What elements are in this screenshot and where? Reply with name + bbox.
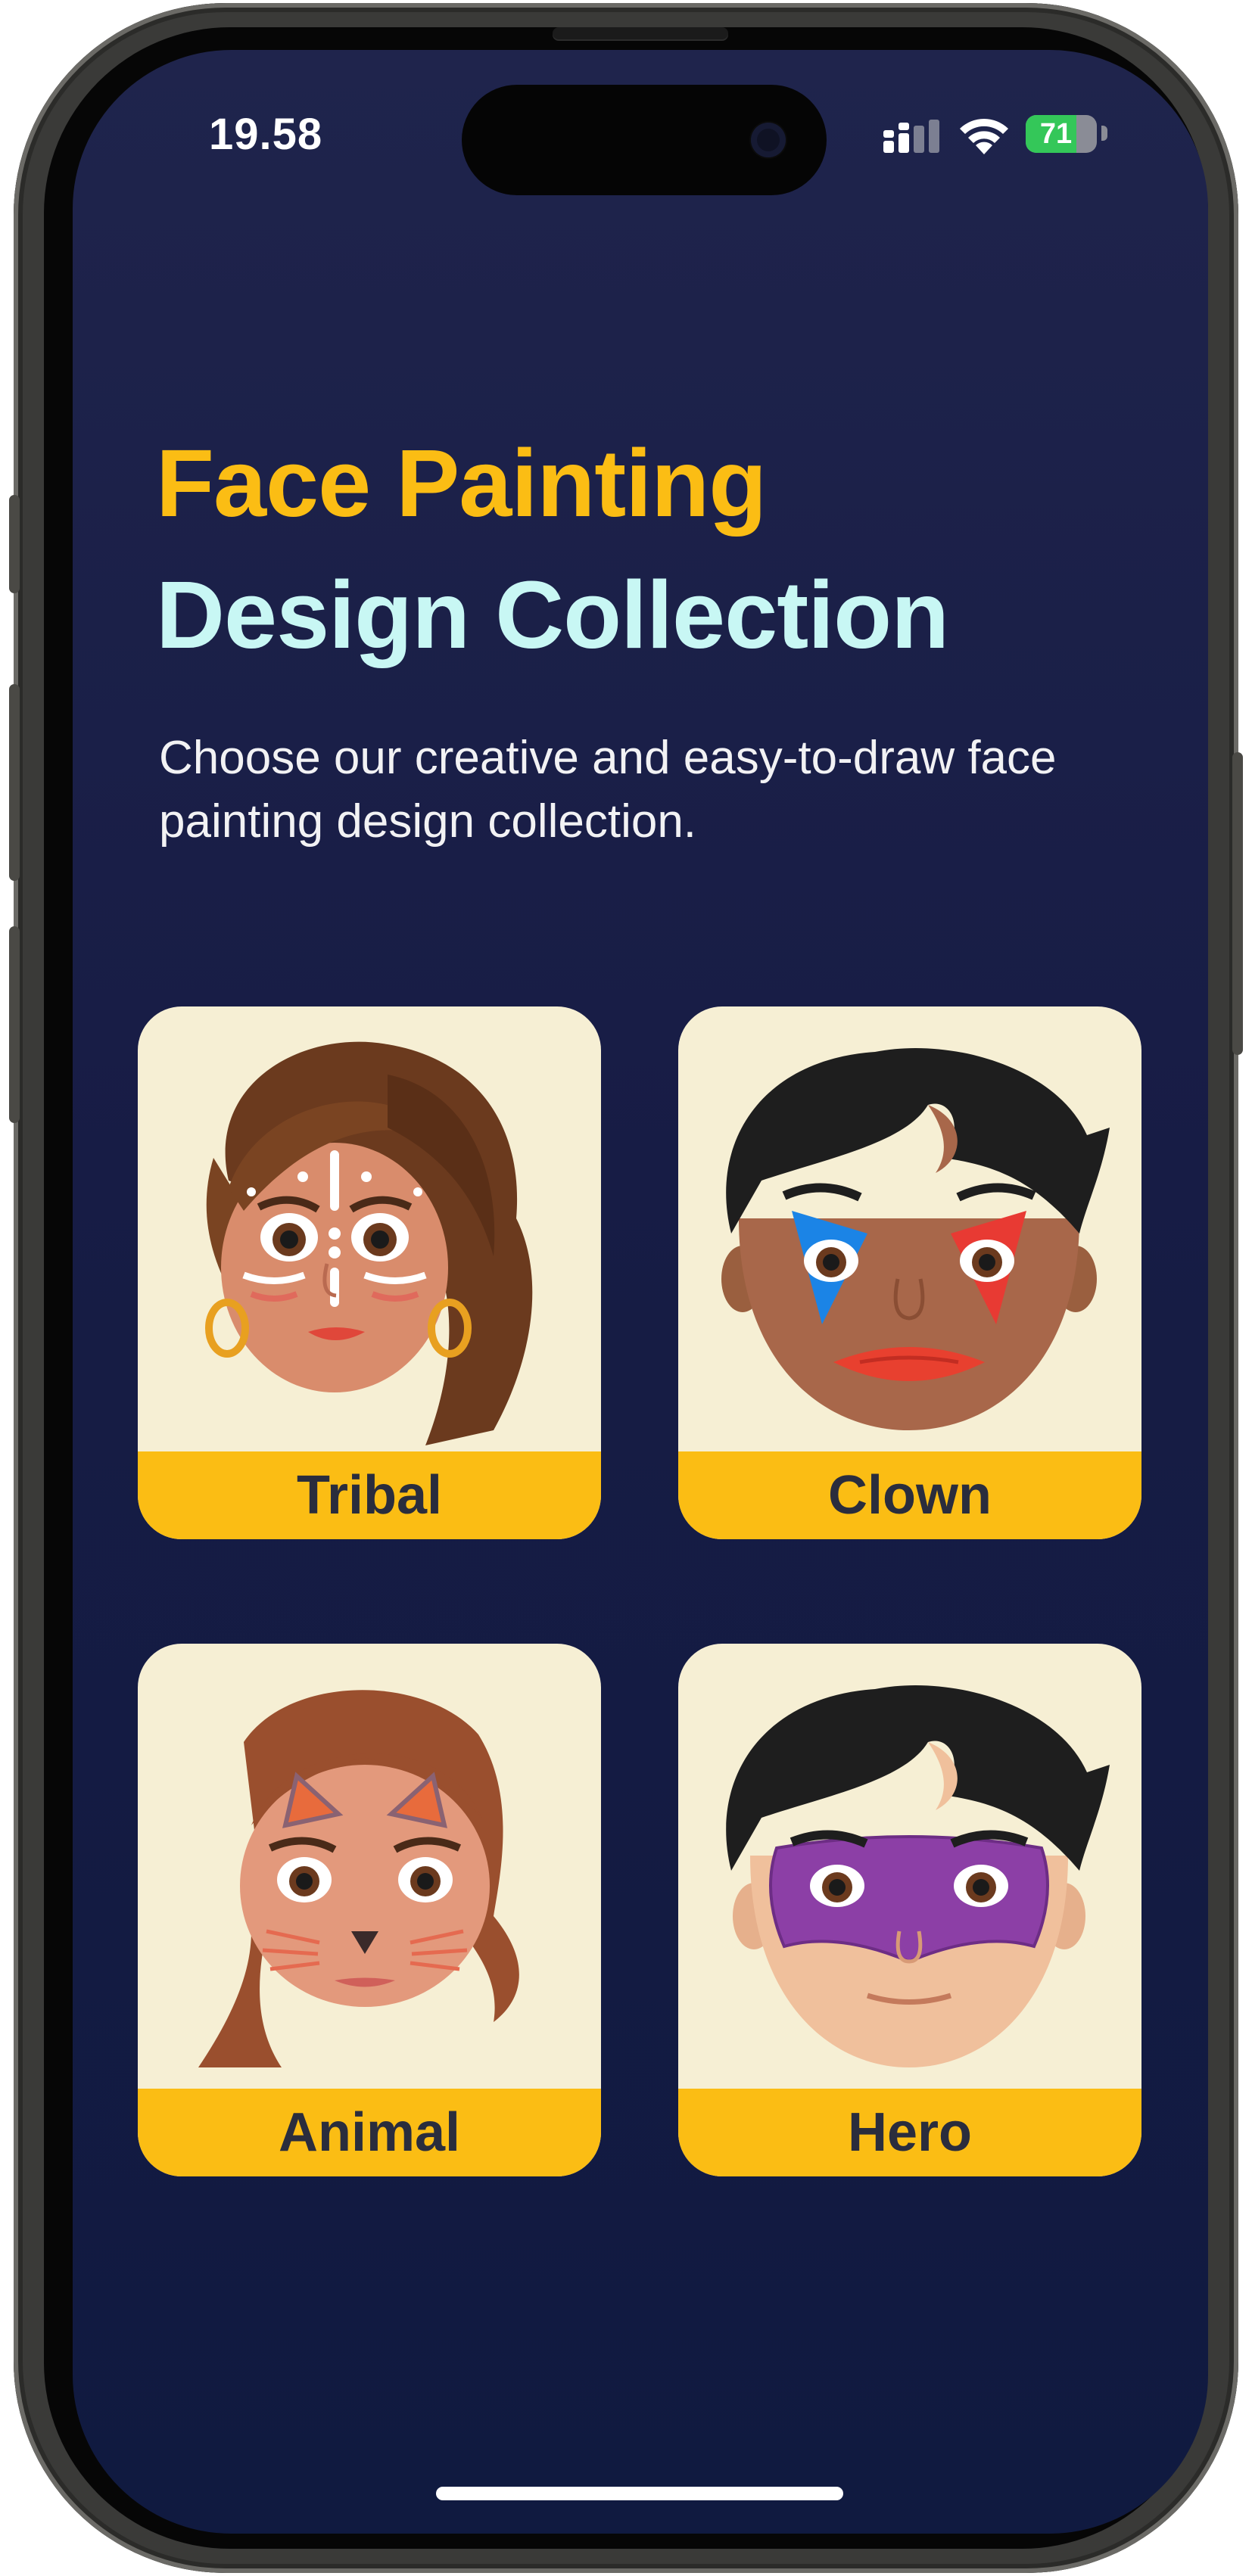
volume-up-button xyxy=(9,684,20,881)
design-card-hero[interactable]: Hero xyxy=(678,1644,1141,2176)
volume-down-button xyxy=(9,926,20,1123)
design-card-label: Hero xyxy=(678,2089,1141,2176)
power-button xyxy=(1232,752,1243,1055)
clown-face-icon xyxy=(721,1047,1110,1430)
app-screen: 19.58 71 Face Painting Design Collection… xyxy=(73,50,1208,2534)
status-time: 19.58 xyxy=(209,110,323,159)
design-card-animal[interactable]: Animal xyxy=(138,1644,601,2176)
page-subtitle: Choose our creative and easy-to-draw fac… xyxy=(159,732,1057,848)
dynamic-island xyxy=(462,85,827,195)
page-title-line-2: Design Collection xyxy=(156,562,949,668)
battery-cap xyxy=(1101,126,1107,141)
action-button xyxy=(9,495,20,593)
design-card-tribal[interactable]: Tribal xyxy=(138,1006,601,1539)
tribal-face-icon xyxy=(205,1041,533,1445)
animal-face-icon xyxy=(198,1690,519,2067)
design-card-label: Animal xyxy=(138,2089,601,2176)
design-card-clown[interactable]: Clown xyxy=(678,1006,1141,1539)
hero-face-icon xyxy=(726,1685,1110,2067)
page-title-line-1: Face Painting xyxy=(156,430,767,537)
home-indicator[interactable] xyxy=(436,2487,843,2500)
design-card-label: Tribal xyxy=(138,1451,601,1539)
wifi-icon xyxy=(960,119,1008,154)
battery-percentage: 71 xyxy=(1039,118,1073,150)
battery-icon: 71 xyxy=(1026,115,1097,153)
cellular-signal-icon xyxy=(883,120,939,153)
phone-frame: 19.58 71 Face Painting Design Collection… xyxy=(9,3,1243,2573)
design-card-label: Clown xyxy=(678,1451,1141,1539)
earpiece-speaker xyxy=(553,27,728,39)
front-camera-icon xyxy=(751,123,786,157)
